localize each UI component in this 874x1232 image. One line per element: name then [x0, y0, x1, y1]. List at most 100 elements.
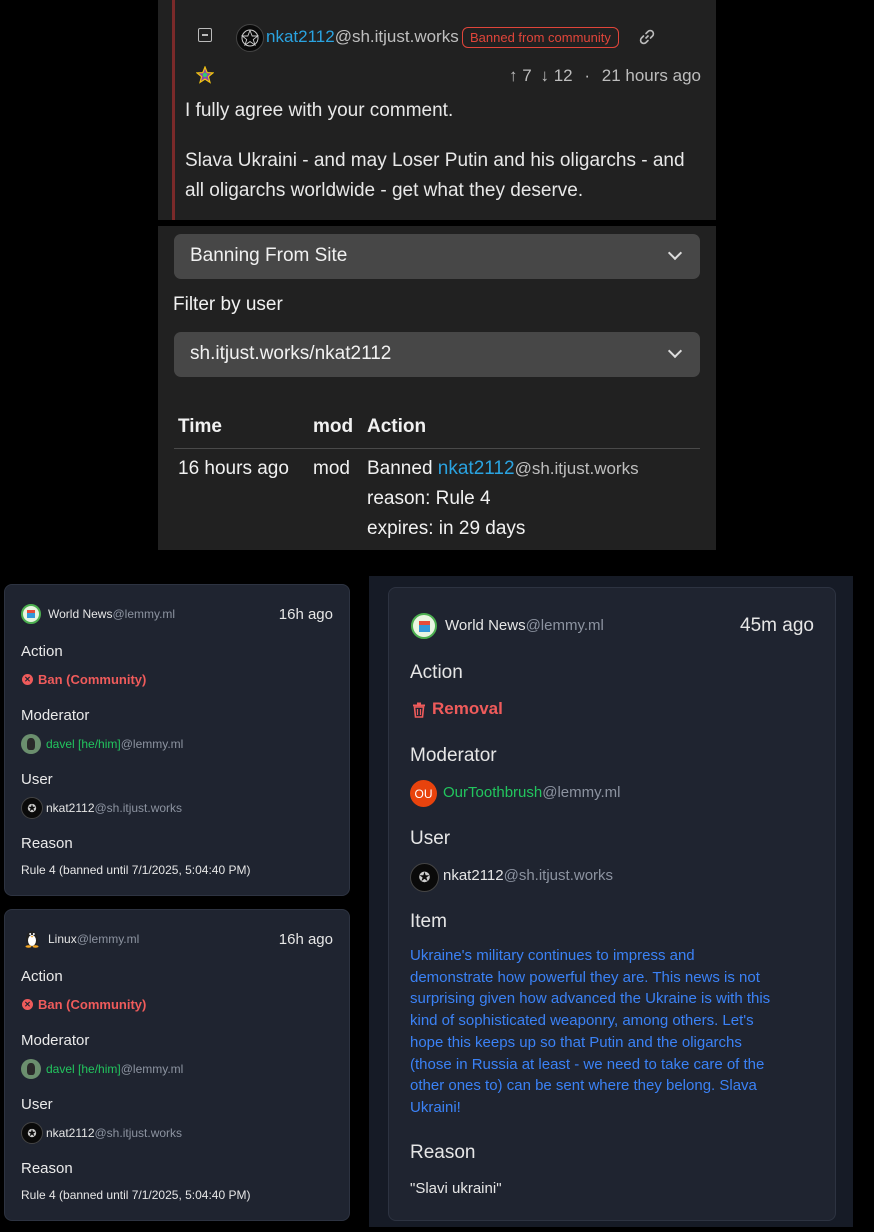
link-icon[interactable] [638, 28, 656, 46]
filter-label: Filter by user [173, 294, 283, 315]
avatar[interactable] [21, 1059, 41, 1079]
modlog-panel: Banning From Site Filter by user sh.itju… [158, 226, 716, 550]
community-name[interactable]: World News [48, 607, 112, 621]
item-line: other ones to) can be sent where they be… [410, 1077, 757, 1095]
moderator-heading: Moderator [21, 707, 90, 724]
upvote-icon[interactable]: ↑ [509, 66, 518, 85]
ban-icon: ✕ [22, 674, 33, 685]
moderator-instance: @lemmy.ml [120, 1062, 184, 1076]
reason-value: Rule 4 (banned until 7/1/2025, 5:04:40 P… [21, 863, 251, 877]
community-name[interactable]: World News [445, 617, 526, 634]
moderator-instance: @lemmy.ml [120, 737, 184, 751]
column-header-mod: mod [313, 416, 354, 437]
column-header-action: Action [367, 416, 427, 437]
action-prefix: Banned [367, 458, 433, 479]
reason-value: Rule 4 (banned until 7/1/2025, 5:04:40 P… [21, 1188, 251, 1202]
item-line: hope this keeps up so that Putin and the… [410, 1033, 742, 1051]
meta-separator: · [584, 66, 591, 85]
comment-body: I fully agree with your comment. Slava U… [185, 96, 695, 206]
action-heading: Action [21, 643, 63, 660]
comment-author[interactable]: nkat2112@sh.itjust.works [266, 27, 459, 47]
reason-heading: Reason [410, 1142, 476, 1163]
moderator-instance: @lemmy.ml [542, 784, 621, 801]
community-icon [21, 604, 41, 624]
community-icon [411, 613, 437, 639]
comment-paragraph: Slava Ukraini - and may Loser Putin and … [185, 150, 685, 201]
item-line: demonstrate how powerful they are. This … [410, 968, 760, 986]
avatar[interactable]: ✪ [410, 863, 439, 892]
moderator-link[interactable]: OurToothbrush@lemmy.ml [443, 784, 621, 801]
user-heading: User [21, 1096, 53, 1113]
banned-user-instance: @sh.itjust.works [514, 459, 639, 478]
modlog-card: Linux@lemmy.ml 16h ago Action ✕ Ban (Com… [4, 909, 350, 1221]
downvote-icon[interactable]: ↓ [540, 66, 549, 85]
row-reason: reason: Rule 4 [367, 488, 491, 509]
action-heading: Action [410, 662, 463, 683]
comment-paragraph: I fully agree with your comment. [185, 100, 454, 121]
chevron-down-icon [667, 245, 683, 261]
user-instance: @sh.itjust.works [94, 801, 183, 815]
moderator-link[interactable]: davel [he/him]@lemmy.ml [46, 1062, 183, 1076]
user-avatar[interactable] [236, 24, 264, 52]
user-instance: @sh.itjust.works [334, 27, 459, 46]
moderator-heading: Moderator [21, 1032, 90, 1049]
item-line: Ukraine's military continues to impress … [410, 947, 695, 964]
user-instance: @sh.itjust.works [94, 1126, 183, 1140]
collapse-icon[interactable] [198, 28, 212, 42]
community-link[interactable]: World News@lemmy.ml [48, 607, 175, 621]
reason-heading: Reason [21, 1160, 73, 1177]
item-line: (those in Russia at least - we need to t… [410, 1055, 765, 1073]
comment-time: 21 hours ago [601, 66, 701, 85]
community-name[interactable]: Linux [48, 932, 77, 946]
banned-user-link[interactable]: nkat2112 [438, 458, 515, 479]
moderator-heading: Moderator [410, 745, 497, 766]
action-value: Removal [432, 699, 503, 718]
penguin-icon [25, 931, 39, 948]
downvote-count: 12 [553, 66, 573, 85]
avatar[interactable]: ✪ [21, 797, 43, 819]
action-value: Ban (Community) [38, 672, 147, 687]
community-instance: @lemmy.ml [76, 932, 140, 946]
moderator-link[interactable]: davel [he/him]@lemmy.ml [46, 737, 183, 751]
user-link[interactable]: nkat2112@sh.itjust.works [46, 801, 182, 815]
user-name[interactable]: nkat2112 [46, 801, 95, 815]
comment-thread-rail [172, 0, 175, 220]
moderator-name[interactable]: davel [he/him] [46, 1062, 121, 1076]
action-value: Ban (Community) [38, 997, 147, 1012]
row-mod: mod [313, 458, 350, 479]
user-filter-select[interactable]: sh.itjust.works/nkat2112 [174, 332, 700, 377]
avatar[interactable]: OU [410, 780, 437, 807]
column-header-time: Time [178, 416, 223, 437]
row-expires: expires: in 29 days [367, 518, 526, 539]
username[interactable]: nkat2112 [266, 27, 335, 46]
avatar[interactable]: ✪ [21, 1122, 43, 1144]
item-heading: Item [410, 911, 447, 932]
user-link[interactable]: nkat2112@sh.itjust.works [46, 1126, 182, 1140]
modlog-card: World News@lemmy.ml 16h ago Action ✕ Ban… [4, 584, 350, 896]
user-link[interactable]: nkat2112@sh.itjust.works [443, 867, 613, 884]
rainbow-star-icon [196, 66, 214, 84]
moderator-name[interactable]: OurToothbrush [443, 784, 542, 801]
card-time: 16h ago [278, 606, 333, 623]
user-heading: User [410, 828, 451, 849]
comment-panel: nkat2112@sh.itjust.works Banned from com… [158, 0, 716, 220]
moderator-name[interactable]: davel [he/him] [46, 737, 121, 751]
user-name[interactable]: nkat2112 [443, 867, 504, 884]
action-type-select[interactable]: Banning From Site [174, 234, 700, 279]
card-time: 45m ago [740, 615, 814, 636]
card-time: 16h ago [278, 931, 333, 948]
banned-badge: Banned from community [462, 27, 619, 48]
reason-heading: Reason [21, 835, 73, 852]
ban-icon: ✕ [22, 999, 33, 1010]
community-link[interactable]: Linux@lemmy.ml [48, 932, 139, 946]
modlog-card: World News@lemmy.ml 45m ago Action Remov… [388, 587, 836, 1221]
trash-icon [413, 702, 425, 718]
community-link[interactable]: World News@lemmy.ml [445, 617, 604, 634]
chevron-down-icon [667, 343, 683, 359]
avatar[interactable] [21, 734, 41, 754]
user-name[interactable]: nkat2112 [46, 1126, 95, 1140]
removed-item-link[interactable]: Ukraine's military continues to impress … [410, 945, 820, 1119]
row-action: Banned nkat2112@sh.itjust.works [367, 458, 639, 480]
user-heading: User [21, 771, 53, 788]
comment-meta: ↑ 7 ↓ 12 · 21 hours ago [509, 66, 701, 86]
